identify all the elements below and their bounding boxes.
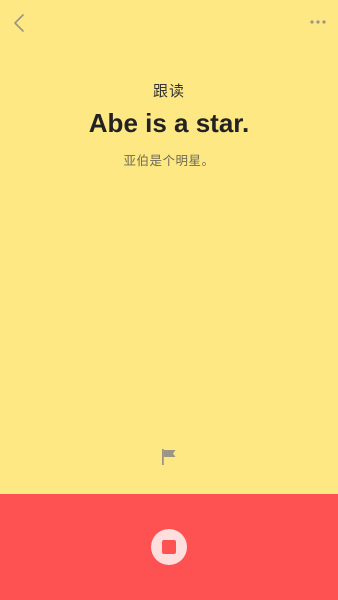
stop-recording-button[interactable]: [151, 529, 187, 565]
stop-icon: [162, 540, 176, 554]
mode-label: 跟读: [152, 82, 185, 100]
top-bar: [0, 0, 338, 44]
back-button[interactable]: [8, 10, 30, 36]
reading-practice-screen: 跟读 Abe is a star. 亚伯是个明星。: [0, 0, 338, 600]
flag-icon: [162, 449, 176, 465]
practice-sentence: Abe is a star.: [88, 108, 250, 138]
flag-button[interactable]: [158, 446, 180, 468]
more-button[interactable]: [306, 12, 330, 32]
more-horizontal-icon: [310, 20, 326, 24]
sentence-translation: 亚伯是个明星。: [123, 153, 215, 168]
chevron-left-icon: [14, 14, 24, 32]
